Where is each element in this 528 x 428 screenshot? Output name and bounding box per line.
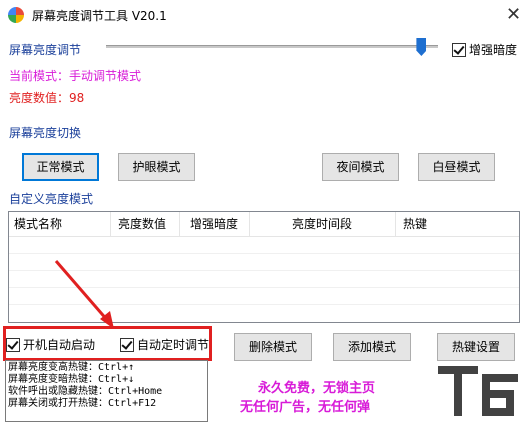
enhance-dark-checkbox[interactable]: 增强暗度 xyxy=(452,41,517,58)
brightness-slider-track[interactable] xyxy=(106,45,438,48)
title-bar: 屏幕亮度调节工具 V20.1 ✕ xyxy=(0,0,528,30)
hotkey-info-line: 屏幕亮度变高热键：Ctrl+↑ xyxy=(8,362,135,373)
brightness-value-text: 亮度数值：98 xyxy=(9,91,85,105)
hotkey-info-line: 软件呼出或隐藏热键：Ctrl+Home xyxy=(8,386,163,397)
enhance-dark-checkbox-box[interactable] xyxy=(452,42,466,57)
app-icon xyxy=(8,7,24,23)
column-divider xyxy=(395,212,396,236)
promo-line-1: 永久免费，无锁主页 xyxy=(258,381,376,396)
night-mode-button[interactable]: 夜间模式 xyxy=(322,153,399,181)
watermark-logo xyxy=(438,366,518,416)
column-divider xyxy=(179,212,180,236)
column-divider xyxy=(110,212,111,236)
current-mode-text: 当前模式：手动调节模式 xyxy=(9,69,142,83)
hotkey-info-box: 屏幕亮度变高热键：Ctrl+↑ 屏幕亮度变暗热键：Ctrl+↓ 软件呼出或隐藏热… xyxy=(5,360,208,422)
window-title: 屏幕亮度调节工具 V20.1 xyxy=(32,9,167,23)
header-divider xyxy=(9,236,519,237)
hotkey-info-line: 屏幕关闭或打开热键：Ctrl+F12 xyxy=(8,398,157,409)
grid-line xyxy=(9,253,519,254)
delete-mode-button[interactable]: 删除模式 xyxy=(234,333,312,361)
hotkey-info-line: 屏幕亮度变暗热键：Ctrl+↓ xyxy=(8,374,135,385)
column-header-mode-name[interactable]: 模式名称 xyxy=(14,212,62,236)
column-header-time-range[interactable]: 亮度时间段 xyxy=(292,212,352,236)
column-header-brightness[interactable]: 亮度数值 xyxy=(118,212,166,236)
enhance-dark-label: 增强暗度 xyxy=(469,43,518,57)
close-icon[interactable]: ✕ xyxy=(506,4,521,25)
brightness-slider-thumb[interactable] xyxy=(416,38,427,56)
daylight-mode-button[interactable]: 白昼模式 xyxy=(418,153,495,181)
custom-mode-label: 自定义亮度模式 xyxy=(9,192,94,206)
normal-mode-button[interactable]: 正常模式 xyxy=(22,153,99,181)
eye-care-mode-button[interactable]: 护眼模式 xyxy=(118,153,195,181)
promo-line-2: 无任何广告，无任何弹 xyxy=(240,400,371,415)
column-header-enhance-dark[interactable]: 增强暗度 xyxy=(190,212,238,236)
mode-switch-label: 屏幕亮度切换 xyxy=(9,126,82,140)
annotation-arrow xyxy=(54,260,114,329)
column-header-hotkey[interactable]: 热键 xyxy=(403,212,427,236)
column-divider xyxy=(249,212,250,236)
brightness-adjust-label: 屏幕亮度调节 xyxy=(9,43,82,57)
add-mode-button[interactable]: 添加模式 xyxy=(333,333,411,361)
